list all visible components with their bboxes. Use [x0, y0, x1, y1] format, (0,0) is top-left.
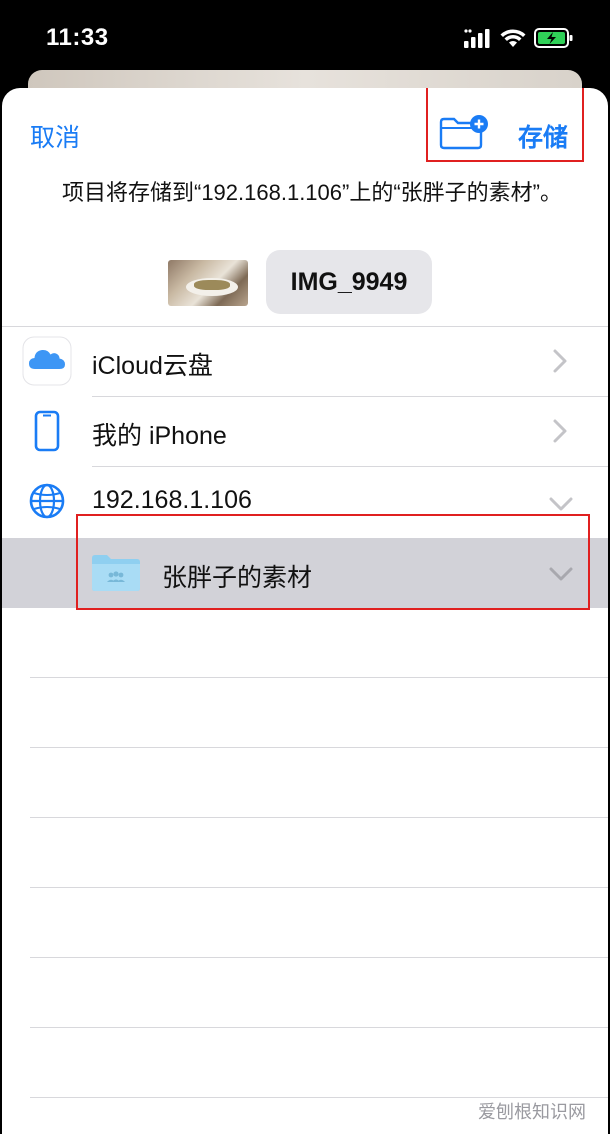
screen: 11:33 取消 存储 项目将存储到“192.168.1.106”上的“张胖子的…: [0, 0, 610, 1134]
chevron-down-icon: [549, 497, 573, 511]
divider: [30, 887, 608, 888]
save-destination-message: 项目将存储到“192.168.1.106”上的“张胖子的素材”。: [62, 180, 562, 205]
iphone-icon: [34, 410, 60, 452]
chevron-right-icon: [553, 419, 567, 443]
divider: [30, 957, 608, 958]
location-row-icloud[interactable]: iCloud云盘: [2, 326, 608, 396]
divider: [30, 677, 608, 678]
highlight-box-save: [426, 88, 584, 162]
status-time: 11:33: [46, 24, 109, 51]
divider: [30, 1027, 608, 1028]
location-row-iphone[interactable]: 我的 iPhone: [2, 396, 608, 466]
status-bar: 11:33: [0, 0, 610, 80]
save-sheet: 取消 存储 项目将存储到“192.168.1.106”上的“张胖子的素材”。 I…: [2, 88, 608, 1134]
icloud-icon: [22, 336, 72, 386]
location-label-icloud: iCloud云盘: [92, 352, 213, 380]
watermark: 爱刨根知识网: [478, 1102, 586, 1122]
location-label-server: 192.168.1.106: [92, 486, 252, 514]
cellular-signal-icon: [464, 29, 490, 48]
divider: [30, 817, 608, 818]
location-label-iphone: 我的 iPhone: [92, 422, 227, 450]
wifi-icon: [500, 29, 526, 47]
filename-field[interactable]: IMG_9949: [266, 250, 432, 314]
status-icons: [464, 28, 574, 52]
chevron-right-icon: [553, 349, 567, 373]
battery-charging-icon: [534, 28, 573, 48]
divider: [30, 747, 608, 748]
file-thumbnail: [168, 260, 248, 306]
cancel-button[interactable]: 取消: [30, 118, 80, 154]
highlight-box-folder: [76, 514, 590, 610]
globe-icon: [29, 483, 65, 519]
